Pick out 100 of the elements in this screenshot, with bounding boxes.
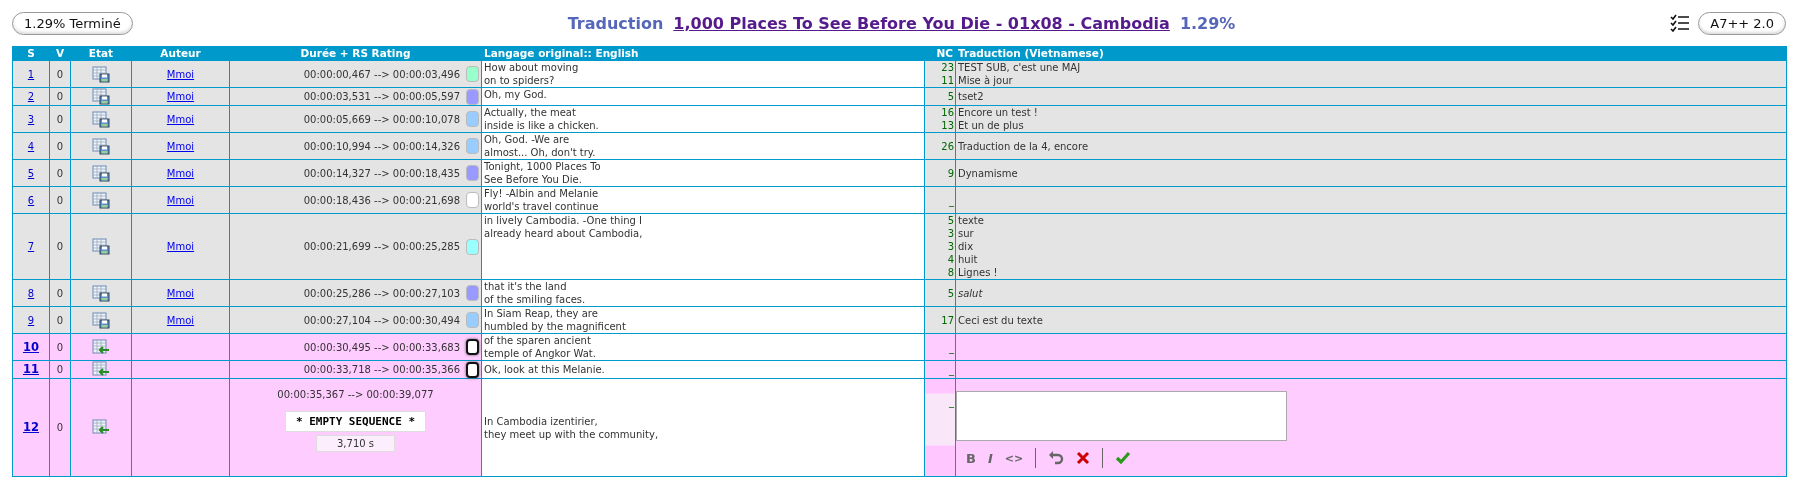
rating-swatch[interactable] [466, 165, 479, 181]
char-count: 26 [940, 139, 954, 153]
rating-swatch[interactable] [466, 312, 479, 328]
translation-line: tset2 [958, 90, 985, 103]
translation-line: Lignes ! [958, 266, 999, 279]
table-save-icon[interactable] [92, 311, 110, 329]
time-range: 00:00:14,327 --> 00:00:18,435 [303, 166, 460, 180]
author-link[interactable]: Mmoi [166, 314, 195, 326]
column-header: NC [924, 46, 956, 61]
char-count: 17 [940, 313, 954, 327]
author-link[interactable]: Mmoi [166, 68, 195, 80]
table-save-icon[interactable] [92, 284, 110, 302]
author-link[interactable]: Mmoi [166, 241, 195, 252]
confirm-icon[interactable] [1115, 451, 1132, 465]
char-count: 11 [940, 74, 954, 87]
checklist-icon[interactable] [1670, 14, 1691, 32]
char-count: 5 [946, 90, 954, 103]
row-number-link[interactable]: 1 [27, 68, 35, 80]
italic-button[interactable]: I [987, 450, 993, 466]
cancel-icon[interactable] [1076, 451, 1091, 465]
table-save-icon[interactable] [92, 238, 110, 255]
empty-sequence-label: * EMPTY SEQUENCE * [284, 410, 427, 432]
original-subtitle: that it's the land of the smiling faces. [484, 280, 587, 306]
table-save-icon[interactable] [92, 110, 110, 128]
table-save-icon[interactable] [92, 88, 110, 105]
author-link[interactable]: Mmoi [166, 91, 195, 102]
rating-swatch[interactable] [466, 339, 479, 355]
translation-field[interactable] [956, 391, 1287, 441]
char-count: 3 [946, 240, 954, 253]
time-range: 00:00:30,495 --> 00:00:33,683 [303, 340, 460, 354]
progress-percent: 1.29% [1179, 13, 1236, 33]
row-number-link[interactable]: 7 [27, 241, 35, 252]
duration-label: 3,710 s [316, 434, 395, 452]
original-subtitle: Ok, look at this Melanie. [484, 363, 606, 376]
translation-line: Mise à jour [958, 74, 1014, 87]
row-number-link[interactable]: 9 [27, 314, 35, 326]
time-range: 00:00:35,367 --> 00:00:39,077 [277, 388, 434, 400]
author-link[interactable]: Mmoi [166, 194, 195, 206]
table-arrow-icon[interactable] [92, 338, 110, 356]
translation-line: huit [958, 253, 979, 266]
original-subtitle: In Cambodia izentirier, they meet up with the community, [484, 414, 660, 441]
code-button[interactable]: <> [1004, 451, 1024, 465]
original-subtitle: Actually, the meat inside is like a chicken. [484, 106, 600, 132]
version-cell: 0 [49, 60, 71, 88]
table-save-icon[interactable] [92, 164, 110, 182]
rating-swatch[interactable] [466, 285, 479, 301]
char-count: 13 [940, 119, 954, 132]
progress-button[interactable]: 1.29% Terminé [12, 11, 133, 35]
version-button[interactable]: A7++ 2.0 [1698, 11, 1786, 35]
translation-line: Encore un test ! [958, 106, 1039, 119]
bold-button[interactable]: B [966, 450, 976, 466]
table-save-icon[interactable] [92, 137, 110, 155]
row-number-link[interactable]: 8 [27, 287, 35, 299]
column-header: Langage original:: English [481, 46, 925, 61]
rating-swatch[interactable] [466, 361, 479, 378]
time-range: 00:00:03,531 --> 00:00:05,597 [303, 90, 460, 103]
char-count: 16 [940, 106, 954, 119]
char-count: 5 [946, 286, 954, 300]
table-save-icon[interactable] [92, 65, 110, 83]
column-header: Durée + RS Rating [229, 46, 482, 61]
rating-swatch[interactable] [466, 88, 479, 105]
table-arrow-icon[interactable] [92, 361, 110, 378]
author-link[interactable]: Mmoi [166, 287, 195, 299]
rating-swatch[interactable] [466, 192, 479, 208]
rating-swatch[interactable] [466, 66, 479, 82]
time-range: 00:00:10,994 --> 00:00:14,326 [303, 139, 460, 153]
column-header: S [12, 46, 50, 61]
rating-swatch[interactable] [466, 238, 479, 255]
row-number-link[interactable]: 4 [27, 140, 35, 152]
rating-swatch[interactable] [466, 111, 479, 127]
author-link[interactable]: Mmoi [166, 167, 195, 179]
row-number-link[interactable]: 3 [27, 113, 35, 125]
row-number-link[interactable]: 12 [23, 420, 39, 434]
row-number-link[interactable]: 2 [27, 91, 35, 102]
undo-icon[interactable] [1048, 451, 1065, 465]
time-range: 00:00:27,104 --> 00:00:30,494 [303, 313, 460, 327]
author-link[interactable]: Mmoi [166, 140, 195, 152]
translation-line: Et un de plus [958, 119, 1025, 132]
table-save-icon[interactable] [92, 191, 110, 209]
rating-swatch[interactable] [466, 138, 479, 154]
author-link[interactable]: Mmoi [166, 113, 195, 125]
episode-link[interactable]: 1,000 Places To See Before You Die - 01x08 - Cambodia [673, 13, 1170, 33]
original-subtitle: Oh, my God. [484, 88, 548, 101]
column-header: V [49, 46, 71, 61]
char-count: 4 [946, 253, 954, 266]
translation-line: texte [958, 214, 985, 227]
row-number-link[interactable]: 6 [27, 194, 35, 206]
char-count: 5 [946, 214, 954, 227]
table-arrow-icon[interactable] [92, 419, 110, 436]
original-subtitle: Tonight, 1000 Places To See Before You Die. [484, 160, 602, 186]
char-count: 8 [946, 266, 954, 279]
time-range: 00:00:00,467 --> 00:00:03,496 [303, 67, 460, 81]
column-header: Traduction (Vietnamese) [955, 46, 1787, 61]
column-header: Etat [70, 46, 132, 61]
row-number-link[interactable]: 5 [27, 167, 35, 179]
translation-line: dix [958, 240, 975, 253]
original-subtitle: of the sparen ancient temple of Angkor Wat. [484, 334, 597, 360]
char-count: 9 [946, 166, 954, 180]
time-range: 00:00:05,669 --> 00:00:10,078 [303, 112, 460, 126]
time-range: 00:00:33,718 --> 00:00:35,366 [303, 363, 460, 376]
